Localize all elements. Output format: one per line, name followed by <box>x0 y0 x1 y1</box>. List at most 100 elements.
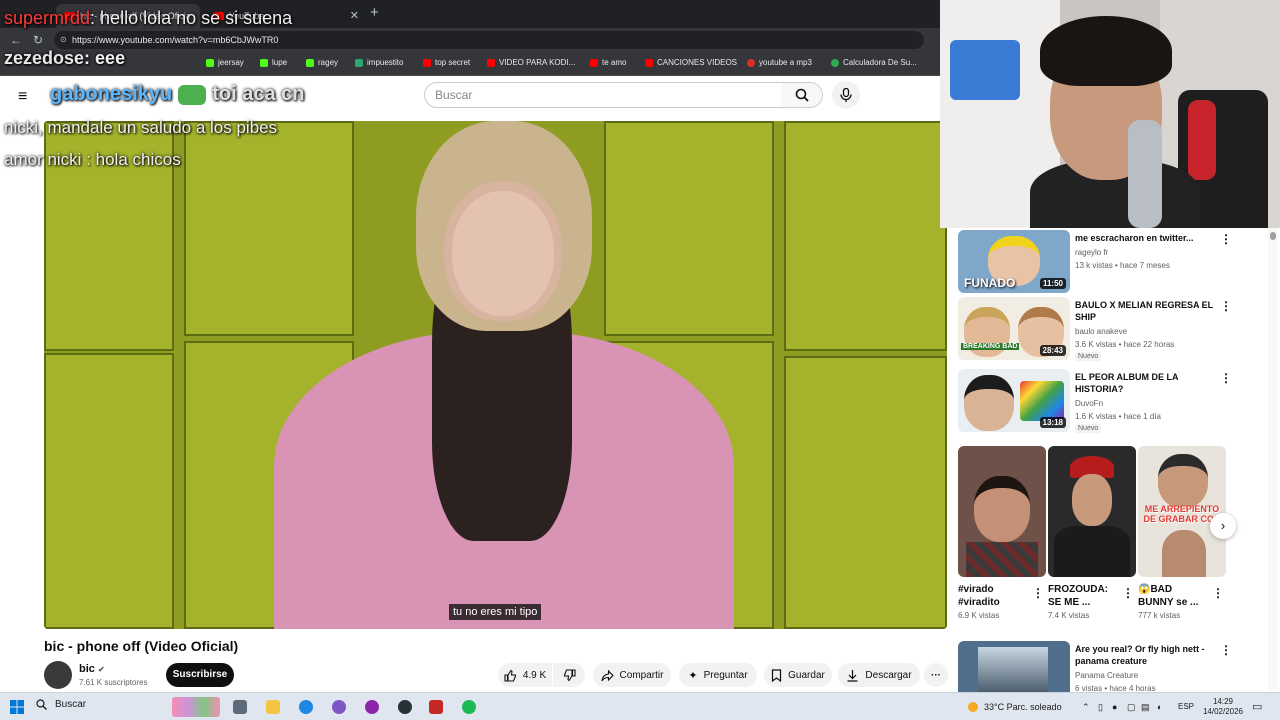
page-scrollbar[interactable] <box>1268 228 1278 690</box>
back-icon[interactable]: ← <box>8 32 24 48</box>
channel-avatar[interactable] <box>44 661 72 689</box>
short-item[interactable]: FROZOUDA: SE ME ... 7.4 K vistas ⋮ <box>1048 446 1136 620</box>
site-info-icon[interactable]: ⊙ <box>60 31 67 49</box>
more-options-icon[interactable]: ⋮ <box>1220 371 1232 385</box>
more-options-icon[interactable]: ⋮ <box>1032 586 1044 600</box>
recommended-channel[interactable]: rageylo fr <box>1075 248 1108 257</box>
tray-app-icon[interactable]: ▯ <box>1098 702 1103 713</box>
ask-button[interactable]: ✦ Preguntar <box>679 663 757 687</box>
dislike-button[interactable] <box>553 663 585 687</box>
video-title: bic - phone off (Video Oficial) <box>44 638 239 654</box>
bookmark-item[interactable]: CANCIONES VIDEOS <box>645 58 737 67</box>
more-options-icon[interactable]: ⋮ <box>1220 232 1232 246</box>
bookmark-label: te amo <box>602 58 627 67</box>
short-thumbnail[interactable] <box>1048 446 1136 577</box>
bookmark-item[interactable]: top secret <box>423 58 470 67</box>
microphone-icon[interactable]: ● <box>1112 702 1117 712</box>
edge-browser-icon[interactable] <box>299 700 313 714</box>
shorts-next-button[interactable]: › <box>1210 513 1236 539</box>
bookmark-item[interactable]: VIDEO PARA KODI... <box>487 58 575 67</box>
app-icon[interactable] <box>398 700 412 714</box>
task-view-icon[interactable] <box>233 700 247 714</box>
channel-name[interactable]: bic ✔ <box>79 663 105 675</box>
more-actions-button[interactable]: ··· <box>924 663 948 687</box>
language-indicator[interactable]: ESP <box>1178 702 1194 711</box>
more-options-icon[interactable]: ⋮ <box>1212 586 1224 600</box>
taskbar-widget-icon[interactable] <box>172 697 220 717</box>
voice-search-button[interactable] <box>832 81 860 109</box>
bookmark-item[interactable]: te amo <box>590 58 626 67</box>
recommended-title[interactable]: BAULO X MELIAN REGRESA EL SHIP <box>1075 299 1215 323</box>
app-icon[interactable] <box>429 700 443 714</box>
close-tab-icon[interactable]: ✕ <box>350 9 359 22</box>
notification-icon[interactable]: ▭ <box>1252 700 1262 713</box>
subscribe-button[interactable]: Suscribirse <box>166 663 234 687</box>
weather-widget[interactable]: 33°C Parc. soleado <box>968 702 1062 712</box>
video-background <box>184 121 354 336</box>
recommended-channel[interactable]: baulo anakeve <box>1075 327 1127 336</box>
bookmark-icon <box>772 668 782 682</box>
recommended-video[interactable]: FUNADO 11:50 me escracharon en twitter..… <box>958 230 1232 293</box>
recommended-video[interactable]: 13:18 EL PEOR ALBUM DE LA HISTORIA? Duvo… <box>958 369 1232 433</box>
recommended-channel[interactable]: Panama Creature <box>1075 671 1138 680</box>
bookmark-item[interactable]: lupe <box>260 58 287 67</box>
video-thumbnail[interactable] <box>958 641 1070 692</box>
share-button[interactable]: Compartir <box>593 663 671 687</box>
menu-icon[interactable]: ≡ <box>18 88 27 106</box>
like-button[interactable]: 4.9 K <box>498 663 552 687</box>
volume-icon[interactable]: ◖ <box>1156 702 1161 712</box>
short-views: 7.4 K vistas <box>1048 611 1090 620</box>
app-icon[interactable] <box>365 700 379 714</box>
scrollbar-thumb[interactable] <box>1270 232 1276 240</box>
short-title[interactable]: 😱BAD BUNNY se ... <box>1138 583 1210 609</box>
tray-app-icon[interactable]: ▢ <box>1127 702 1136 713</box>
download-button[interactable]: Descargar <box>838 663 920 687</box>
recommended-title[interactable]: EL PEOR ALBUM DE LA HISTORIA? <box>1075 371 1215 395</box>
bookmark-item[interactable]: Calculadora De Su... <box>831 58 917 67</box>
bookmark-label: top secret <box>435 58 471 67</box>
video-thumbnail[interactable]: BREAKING BAD 28:43 <box>958 297 1070 360</box>
file-explorer-icon[interactable] <box>266 700 280 714</box>
spotify-icon[interactable] <box>462 700 476 714</box>
network-icon[interactable]: ▤ <box>1141 702 1150 713</box>
new-tab-button[interactable]: + <box>370 4 379 21</box>
chat-user: zezedose <box>4 48 85 68</box>
chevron-up-icon[interactable]: ⌃ <box>1082 702 1090 713</box>
bookmark-item[interactable]: jeersay <box>206 58 244 67</box>
taskbar-search[interactable]: Buscar <box>36 699 86 710</box>
video-thumbnail[interactable]: 13:18 <box>958 369 1070 432</box>
system-clock[interactable]: 14:29 14/02/2026 <box>1200 697 1246 717</box>
short-title[interactable]: #virado #viradito <box>958 583 1030 609</box>
recommended-video[interactable]: Are you real? Or fly high nett - panama … <box>958 641 1228 692</box>
short-item[interactable]: #virado #viradito 6.9 K vistas ⋮ <box>958 446 1046 620</box>
short-thumbnail[interactable] <box>958 446 1046 577</box>
more-options-icon[interactable]: ⋮ <box>1220 643 1228 657</box>
recommended-channel[interactable]: DuvoFn <box>1075 399 1103 408</box>
recommended-video[interactable]: BREAKING BAD 28:43 BAULO X MELIAN REGRES… <box>958 297 1232 361</box>
video-thumbnail[interactable]: FUNADO 11:50 <box>958 230 1070 293</box>
chat-message: , mandale un saludo a los pibes <box>38 118 278 137</box>
more-options-icon[interactable]: ⋮ <box>1220 299 1232 313</box>
recommended-title[interactable]: me escracharon en twitter... <box>1075 232 1215 244</box>
short-title[interactable]: FROZOUDA: SE ME ... <box>1048 583 1120 609</box>
bookmark-label: VIDEO PARA KODI... <box>499 58 576 67</box>
recommended-meta: 13 k vistas • hace 7 meses <box>1075 261 1170 270</box>
reload-icon[interactable]: ↻ <box>30 32 46 48</box>
url-field[interactable]: ⊙ https://www.youtube.com/watch?v=mb6CbJ… <box>54 31 924 49</box>
search-button[interactable] <box>781 82 823 108</box>
more-options-icon[interactable]: ⋮ <box>1122 586 1134 600</box>
url-text: https://www.youtube.com/watch?v=mb6CbJWw… <box>72 35 279 45</box>
thumbnail-text: FUNADO <box>964 276 1016 290</box>
bookmark-item[interactable]: youtube a mp3 <box>747 58 812 67</box>
windows-start-icon[interactable] <box>10 700 24 714</box>
video-player[interactable]: tu no eres mi tipo <box>44 121 947 629</box>
short-views: 777 k vistas <box>1138 611 1181 620</box>
save-button[interactable]: Guardar <box>764 663 832 687</box>
windows-taskbar: Buscar 33°C Parc. soleado ⌃ ▯ ● ▢ ▤ ◖ ES… <box>0 692 1280 720</box>
short-thumbnail[interactable]: ME ARREPIENTO DE GRABAR CON <box>1138 446 1226 577</box>
app-icon[interactable] <box>332 700 346 714</box>
recommended-title[interactable]: Are you real? Or fly high nett - panama … <box>1075 643 1215 667</box>
search-input[interactable]: Buscar <box>424 82 782 108</box>
bookmark-item[interactable]: impuestito <box>355 58 403 67</box>
bookmark-item[interactable]: ragey <box>306 58 338 67</box>
